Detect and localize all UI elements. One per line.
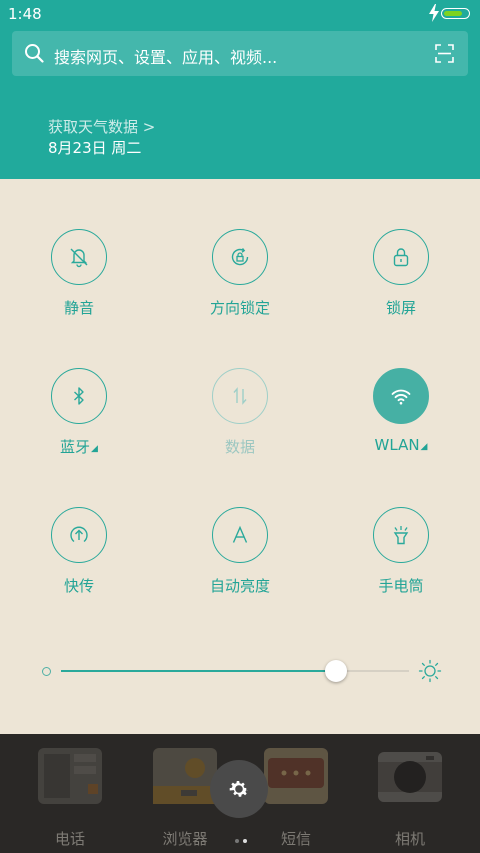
app-label: 相机 [394,830,425,848]
flashlight-icon [373,507,429,563]
gear-icon [229,781,249,797]
search-input[interactable]: 搜索网页、设置、应用、视频... [54,44,277,68]
toggle-wlan[interactable]: WLAN◢ [336,368,466,454]
toggle-flashlight[interactable]: 手电筒 [336,507,466,596]
page-indicator [233,828,249,847]
phone-app-icon [38,748,102,804]
weather-link[interactable]: 获取天气数据 > [48,116,155,137]
app-messages[interactable]: 短信 [262,746,330,849]
scan-icon[interactable] [435,44,454,63]
toggle-label: 手电筒 [378,577,424,595]
search-bar[interactable]: 搜索网页、设置、应用、视频... [12,31,468,76]
app-label: 短信 [280,830,311,848]
bluetooth-icon [51,368,107,424]
toggle-label: WLAN◢ [374,436,428,454]
toggle-label: 蓝牙◢ [60,438,98,456]
battery-level [444,10,462,16]
wifi-icon [373,368,429,424]
transfer-icon [51,507,107,563]
toggle-auto-brightness[interactable]: 自动亮度 [175,507,305,596]
bolt-icon [429,4,439,22]
toggle-mobile-data[interactable]: 数据 [175,368,305,457]
toggle-label: 快传 [63,577,94,595]
auto-brightness-icon [212,507,268,563]
toggle-label: 锁屏 [385,299,416,317]
slider-track[interactable] [61,670,409,672]
app-label: 浏览器 [162,830,208,848]
camera-app-icon [378,752,442,802]
settings-button[interactable] [210,760,268,818]
search-icon [25,44,44,63]
toggle-label: 自动亮度 [209,577,270,595]
page-dot-active [243,839,247,843]
brightness-slider[interactable] [40,655,442,689]
app-browser[interactable]: 浏览器 [151,746,219,849]
toggle-bluetooth[interactable]: 蓝牙◢ [14,368,144,457]
mute-bell-icon [51,229,107,285]
toggle-mute[interactable]: 静音 [14,229,144,318]
toggle-quick-transfer[interactable]: 快传 [14,507,144,596]
mobile-data-icon [212,368,268,424]
brightness-high-icon [418,659,442,683]
app-label: 电话 [54,830,85,848]
toggle-label: 方向锁定 [209,299,270,317]
rotation-lock-icon [212,229,268,285]
messages-app-icon [264,748,328,804]
toggle-lock-screen[interactable]: 锁屏 [336,229,466,318]
toggle-rotation-lock[interactable]: 方向锁定 [175,229,305,318]
app-phone[interactable]: 电话 [36,746,104,849]
brightness-low-icon [42,667,51,676]
status-bar: 1:48 [0,0,480,28]
slider-fill [61,670,336,672]
expand-indicator: ◢ [91,444,98,454]
notification-header: 1:48 搜索网页、设置、应用、视频... 获取天气数据 > 8月23日 周二 [0,0,480,179]
expand-indicator: ◢ [420,442,428,452]
battery-icon [441,8,470,19]
browser-app-icon [153,748,217,804]
toggle-label: 数据 [224,438,255,456]
toggle-label: 静音 [63,299,94,317]
slider-thumb[interactable] [324,660,347,682]
clock: 1:48 [8,5,42,23]
date-label: 8月23日 周二 [48,139,142,157]
app-camera[interactable]: 相机 [376,746,444,849]
lock-icon [373,229,429,285]
page-dot [235,839,239,843]
